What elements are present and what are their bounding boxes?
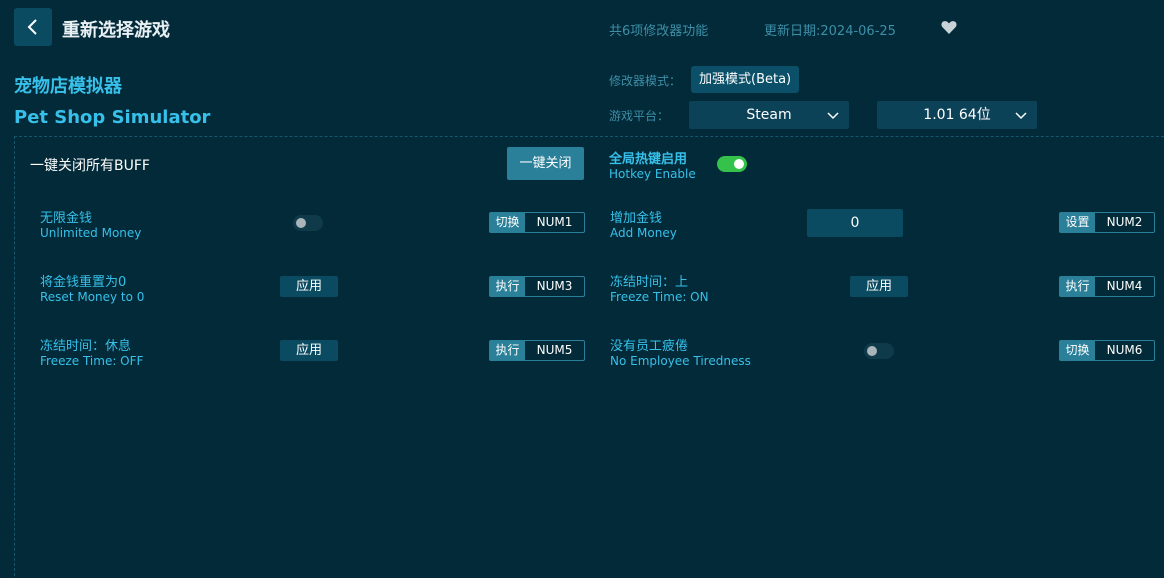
- heart-icon[interactable]: [940, 18, 958, 36]
- toggle-knob: [296, 218, 306, 228]
- option-label-en: Add Money: [610, 226, 677, 240]
- option-label-en: Reset Money to 0: [40, 290, 145, 304]
- hotkey-key: NUM3: [536, 279, 573, 293]
- option-label-cn: 没有员工疲倦: [610, 339, 689, 354]
- platform-select-value: Steam: [746, 107, 792, 123]
- option-label-en: Unlimited Money: [40, 226, 142, 240]
- hotkey-num6[interactable]: 切换 NUM6: [1059, 340, 1155, 361]
- version-select[interactable]: 1.01 64位: [877, 101, 1037, 129]
- option-label-cn: 增加金钱: [610, 211, 663, 226]
- hotkey-action: 设置: [1060, 213, 1095, 232]
- back-button[interactable]: [14, 8, 52, 46]
- option-label-cn: 冻结时间：休息: [40, 339, 132, 354]
- chevron-left-icon: [27, 19, 37, 35]
- unlimited-money-toggle[interactable]: [293, 215, 323, 231]
- hotkey-key: NUM5: [536, 343, 573, 357]
- reset-money-apply-button[interactable]: 应用: [280, 276, 338, 297]
- option-label-cn: 将金钱重置为0: [40, 275, 127, 290]
- disable-all-buff-label: 一键关闭所有BUFF: [30, 158, 150, 174]
- game-title-cn: 宠物店模拟器: [14, 76, 122, 97]
- hotkey-num3[interactable]: 执行 NUM3: [489, 276, 585, 297]
- hotkey-key: NUM6: [1106, 343, 1143, 357]
- hotkey-action: 执行: [490, 277, 525, 296]
- mode-label: 修改器模式：: [609, 74, 682, 88]
- hotkey-action: 切换: [490, 213, 525, 232]
- option-label-en: Freeze Time: ON: [610, 290, 709, 304]
- hotkey-key: NUM4: [1106, 279, 1143, 293]
- toggle-knob: [867, 346, 877, 356]
- no-employee-tiredness-toggle[interactable]: [864, 343, 894, 359]
- platform-select[interactable]: Steam: [689, 101, 849, 129]
- hotkey-action: 执行: [490, 341, 525, 360]
- option-label-cn: 冻结时间：上: [610, 275, 689, 290]
- option-label-cn: 无限金钱: [40, 211, 93, 226]
- hotkey-num4[interactable]: 执行 NUM4: [1059, 276, 1155, 297]
- game-title-en: Pet Shop Simulator: [14, 107, 211, 128]
- chevron-down-icon: [1015, 112, 1027, 120]
- toggle-knob: [734, 159, 744, 169]
- hotkey-key: NUM1: [536, 215, 573, 229]
- freeze-time-on-apply-button[interactable]: 应用: [850, 276, 908, 297]
- hotkey-num5[interactable]: 执行 NUM5: [489, 340, 585, 361]
- hotkey-enable-toggle[interactable]: [717, 156, 747, 172]
- update-date: 更新日期:2024-06-25: [764, 24, 896, 39]
- cheat-panel: [14, 136, 1164, 578]
- hotkey-enable-label-en: Hotkey Enable: [609, 167, 696, 181]
- mode-button[interactable]: 加强模式(Beta): [691, 66, 800, 93]
- chevron-down-icon: [827, 112, 839, 120]
- hotkey-action: 执行: [1060, 277, 1095, 296]
- add-money-input[interactable]: [807, 209, 903, 237]
- platform-label: 游戏平台：: [609, 109, 670, 123]
- hotkey-key: NUM2: [1106, 215, 1143, 229]
- hotkey-num1[interactable]: 切换 NUM1: [489, 212, 585, 233]
- option-label-en: Freeze Time: OFF: [40, 354, 144, 368]
- version-select-value: 1.01 64位: [923, 107, 991, 123]
- option-label-en: No Employee Tiredness: [610, 354, 751, 368]
- hotkey-enable-label-cn: 全局热键启用: [609, 152, 688, 167]
- reselect-game-label[interactable]: 重新选择游戏: [62, 16, 170, 42]
- hotkey-action: 切换: [1060, 341, 1095, 360]
- hotkey-num2[interactable]: 设置 NUM2: [1059, 212, 1155, 233]
- freeze-time-off-apply-button[interactable]: 应用: [280, 340, 338, 361]
- disable-all-button[interactable]: 一键关闭: [507, 147, 584, 180]
- feature-count: 共6项修改器功能: [609, 24, 709, 39]
